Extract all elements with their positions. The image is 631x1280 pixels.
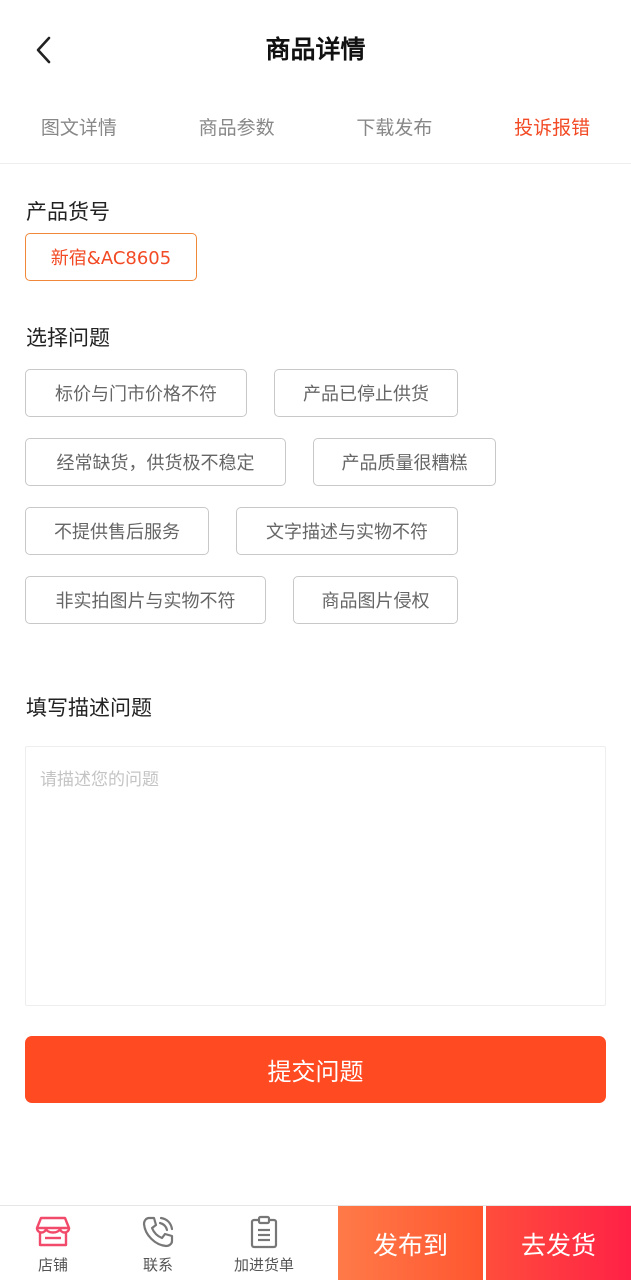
description-section-label: 填写描述问题 bbox=[26, 696, 152, 720]
issue-option[interactable]: 商品图片侵权 bbox=[293, 576, 458, 624]
phone-icon bbox=[142, 1216, 174, 1248]
tab-details[interactable]: 图文详情 bbox=[0, 96, 158, 163]
tab-download-publish[interactable]: 下载发布 bbox=[316, 96, 474, 163]
submit-button[interactable]: 提交问题 bbox=[25, 1036, 606, 1103]
tab-bar: 图文详情 商品参数 下载发布 投诉报错 bbox=[0, 96, 631, 164]
page-title: 商品详情 bbox=[265, 35, 366, 64]
store-icon bbox=[35, 1216, 71, 1247]
issue-option[interactable]: 文字描述与实物不符 bbox=[236, 507, 458, 555]
issue-option[interactable]: 标价与门市价格不符 bbox=[25, 369, 247, 417]
tab-complaint[interactable]: 投诉报错 bbox=[473, 96, 631, 163]
publish-to-button[interactable]: 发布到 bbox=[338, 1206, 483, 1280]
nav-store-label: 店铺 bbox=[37, 1256, 68, 1274]
bottom-bar: 店铺 联系 加进货单 发布到 去发货 bbox=[0, 1205, 631, 1280]
nav-contact-label: 联系 bbox=[142, 1256, 173, 1274]
top-bar: 商品详情 bbox=[0, 0, 631, 96]
issue-option[interactable]: 经常缺货，供货极不稳定 bbox=[25, 438, 286, 486]
sku-chip: 新宿&AC8605 bbox=[25, 233, 197, 281]
issue-option[interactable]: 非实拍图片与实物不符 bbox=[25, 576, 266, 624]
nav-store[interactable]: 店铺 bbox=[18, 1206, 88, 1280]
issue-option[interactable]: 产品质量很糟糕 bbox=[313, 438, 496, 486]
nav-add-to-list-label: 加进货单 bbox=[233, 1256, 294, 1274]
clipboard-list-icon bbox=[250, 1215, 278, 1249]
description-input[interactable] bbox=[26, 747, 605, 1005]
tab-parameters[interactable]: 商品参数 bbox=[158, 96, 316, 163]
description-box bbox=[25, 746, 606, 1006]
issues-section-label: 选择问题 bbox=[26, 326, 110, 350]
issue-option[interactable]: 不提供售后服务 bbox=[25, 507, 209, 555]
sku-section-label: 产品货号 bbox=[26, 200, 110, 224]
issue-option[interactable]: 产品已停止供货 bbox=[274, 369, 458, 417]
nav-contact[interactable]: 联系 bbox=[123, 1206, 193, 1280]
nav-add-to-list[interactable]: 加进货单 bbox=[225, 1206, 303, 1280]
go-ship-button[interactable]: 去发货 bbox=[486, 1206, 631, 1280]
